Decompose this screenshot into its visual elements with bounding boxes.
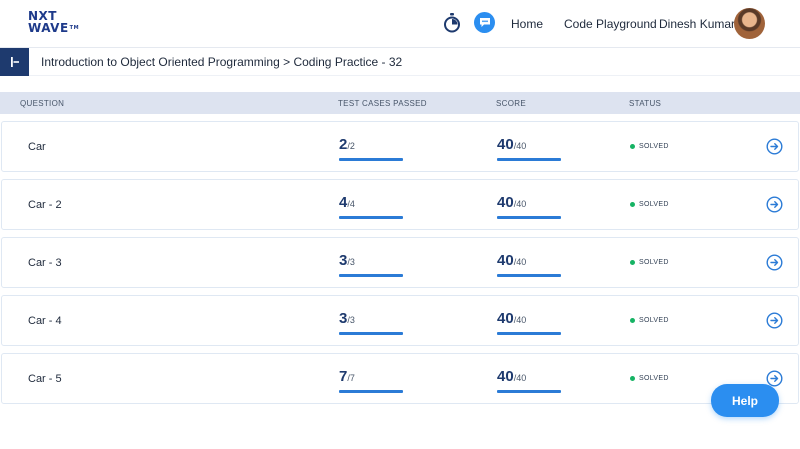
- test-cases-passed: 2/2: [339, 136, 403, 161]
- question-name[interactable]: Car - 3: [28, 257, 62, 269]
- status-badge: SOLVED: [630, 201, 669, 208]
- table-row[interactable]: Car 2/2 40/40 SOLVED: [1, 121, 799, 172]
- column-header-score: SCORE: [496, 99, 526, 108]
- column-header-status: STATUS: [629, 99, 662, 108]
- score: 40/40: [497, 310, 561, 335]
- score: 40/40: [497, 194, 561, 219]
- test-cases-progress-bar: [339, 274, 403, 277]
- arrow-right-circle-icon[interactable]: [766, 254, 783, 271]
- nav-home-link[interactable]: Home: [511, 17, 543, 31]
- timer-icon[interactable]: [443, 13, 461, 33]
- question-name[interactable]: Car: [28, 141, 46, 153]
- user-name[interactable]: Dinesh Kumar: [659, 17, 735, 31]
- test-cases-passed: 4/4: [339, 194, 403, 219]
- status-dot: [630, 318, 635, 323]
- score-progress-bar: [497, 216, 561, 219]
- score-progress-bar: [497, 390, 561, 393]
- status-dot: [630, 260, 635, 265]
- help-button[interactable]: Help: [711, 384, 779, 417]
- score-progress-bar: [497, 158, 561, 161]
- score: 40/40: [497, 252, 561, 277]
- table-row[interactable]: Car - 3 3/3 40/40 SOLVED: [1, 237, 799, 288]
- status-dot: [630, 376, 635, 381]
- sidebar-toggle-icon: [10, 57, 19, 67]
- arrow-right-circle-icon[interactable]: [766, 312, 783, 329]
- test-cases-passed: 3/3: [339, 310, 403, 335]
- test-cases-progress-bar: [339, 332, 403, 335]
- test-cases-passed: 7/7: [339, 368, 403, 393]
- table-row[interactable]: Car - 4 3/3 40/40 SOLVED: [1, 295, 799, 346]
- avatar[interactable]: [734, 8, 765, 39]
- status-dot: [630, 202, 635, 207]
- column-header-question: QUESTION: [20, 99, 65, 108]
- arrow-right-circle-icon[interactable]: [766, 138, 783, 155]
- top-header: NXT WAVETM Home Code Playground Dinesh K…: [0, 0, 800, 48]
- question-name[interactable]: Car - 2: [28, 199, 62, 211]
- test-cases-progress-bar: [339, 158, 403, 161]
- score-progress-bar: [497, 274, 561, 277]
- nav-code-playground-link[interactable]: Code Playground: [564, 17, 657, 31]
- question-name[interactable]: Car - 4: [28, 315, 62, 327]
- chat-icon[interactable]: [474, 12, 495, 33]
- score-progress-bar: [497, 332, 561, 335]
- nxtwave-logo[interactable]: NXT WAVETM: [28, 10, 82, 38]
- status-badge: SOLVED: [630, 259, 669, 266]
- score: 40/40: [497, 368, 561, 393]
- status-badge: SOLVED: [630, 143, 669, 150]
- status-dot: [630, 144, 635, 149]
- logo-line2: WAVE: [28, 21, 69, 35]
- score: 40/40: [497, 136, 561, 161]
- arrow-right-circle-icon[interactable]: [766, 196, 783, 213]
- test-cases-progress-bar: [339, 390, 403, 393]
- sidebar-toggle-button[interactable]: [0, 48, 29, 76]
- logo-tm: TM: [69, 25, 80, 31]
- test-cases-passed: 3/3: [339, 252, 403, 277]
- table-row[interactable]: Car - 5 7/7 40/40 SOLVED: [1, 353, 799, 404]
- column-header-test-cases: TEST CASES PASSED: [338, 99, 427, 108]
- breadcrumb: Introduction to Object Oriented Programm…: [41, 55, 403, 69]
- status-badge: SOLVED: [630, 317, 669, 324]
- question-name[interactable]: Car - 5: [28, 373, 62, 385]
- status-badge: SOLVED: [630, 375, 669, 382]
- test-cases-progress-bar: [339, 216, 403, 219]
- table-row[interactable]: Car - 2 4/4 40/40 SOLVED: [1, 179, 799, 230]
